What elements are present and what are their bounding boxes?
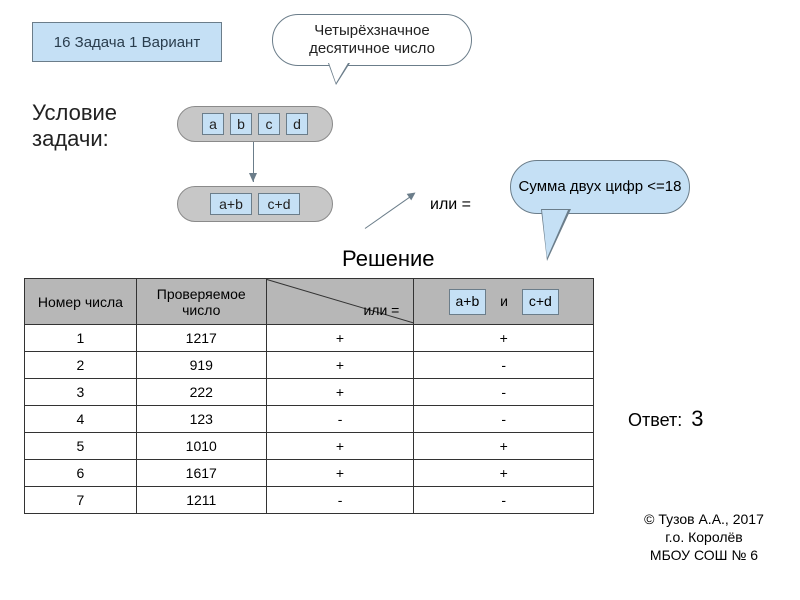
- cell-num: 2: [25, 352, 137, 379]
- table-header-row: Номер числа Проверяемое число или = a+b …: [25, 279, 594, 325]
- digit-d: d: [286, 113, 308, 135]
- answer-value: 3: [691, 406, 703, 431]
- credit: © Тузов А.А., 2017 г.о. Королёв МБОУ СОШ…: [624, 510, 784, 565]
- cell-or: +: [266, 352, 414, 379]
- cell-num: 7: [25, 487, 137, 514]
- cell-and: +: [414, 325, 594, 352]
- and-text: и: [500, 293, 508, 309]
- table-body: 11217++2919+-3222+-4123--51010++61617++7…: [25, 325, 594, 514]
- col-header-and: a+b и c+d: [414, 279, 594, 325]
- digits-pill: a b c d: [177, 106, 333, 142]
- cell-and: -: [414, 406, 594, 433]
- mini-cd: c+d: [522, 289, 559, 315]
- or-eq-cell-label: или =: [363, 302, 399, 318]
- cell-num: 1: [25, 325, 137, 352]
- col-header-num: Номер числа: [25, 279, 137, 325]
- callout-fourdigit: Четырёхзначное десятичное число: [272, 14, 472, 66]
- table-row: 71211--: [25, 487, 594, 514]
- solution-table: Номер числа Проверяемое число или = a+b …: [24, 278, 594, 514]
- cell-value: 1617: [136, 460, 266, 487]
- mini-ab: a+b: [449, 289, 487, 315]
- answer-label: Ответ:: [628, 410, 682, 430]
- cell-num: 6: [25, 460, 137, 487]
- cell-and: -: [414, 352, 594, 379]
- cell-and: -: [414, 487, 594, 514]
- or-equals-text: или =: [430, 196, 471, 214]
- cell-value: 1010: [136, 433, 266, 460]
- cell-num: 5: [25, 433, 137, 460]
- cell-value: 1211: [136, 487, 266, 514]
- digit-c: c: [258, 113, 280, 135]
- condition-text: Условие задачи:: [32, 100, 117, 151]
- callout-sum: Сумма двух цифр <=18: [510, 160, 690, 214]
- cell-num: 3: [25, 379, 137, 406]
- col-header-checked: Проверяемое число: [136, 279, 266, 325]
- cell-or: +: [266, 433, 414, 460]
- title-box: 16 Задача 1 Вариант: [32, 22, 222, 62]
- cell-value: 1217: [136, 325, 266, 352]
- table-row: 11217++: [25, 325, 594, 352]
- sum-ab: a+b: [210, 193, 252, 215]
- table-row: 51010++: [25, 433, 594, 460]
- condition-label: Условие задачи:: [32, 100, 117, 153]
- solution-label: Решение: [342, 246, 435, 272]
- table-row: 3222+-: [25, 379, 594, 406]
- cell-value: 919: [136, 352, 266, 379]
- table-row: 4123--: [25, 406, 594, 433]
- cell-num: 4: [25, 406, 137, 433]
- digit-a: a: [202, 113, 224, 135]
- cell-and: +: [414, 433, 594, 460]
- cell-or: -: [266, 487, 414, 514]
- sums-pill: a+b c+d: [177, 186, 333, 222]
- cell-or: -: [266, 406, 414, 433]
- col-header-oreq: или =: [266, 279, 414, 325]
- sum-cd: c+d: [258, 193, 300, 215]
- cell-or: +: [266, 460, 414, 487]
- table-row: 61617++: [25, 460, 594, 487]
- cell-or: +: [266, 325, 414, 352]
- cell-value: 123: [136, 406, 266, 433]
- arrow-down-icon: [253, 142, 254, 182]
- answer: Ответ: 3: [628, 406, 704, 432]
- cell-value: 222: [136, 379, 266, 406]
- cell-and: -: [414, 379, 594, 406]
- arrow-diag-icon: [365, 194, 415, 229]
- table-row: 2919+-: [25, 352, 594, 379]
- cell-and: +: [414, 460, 594, 487]
- digit-b: b: [230, 113, 252, 135]
- cell-or: +: [266, 379, 414, 406]
